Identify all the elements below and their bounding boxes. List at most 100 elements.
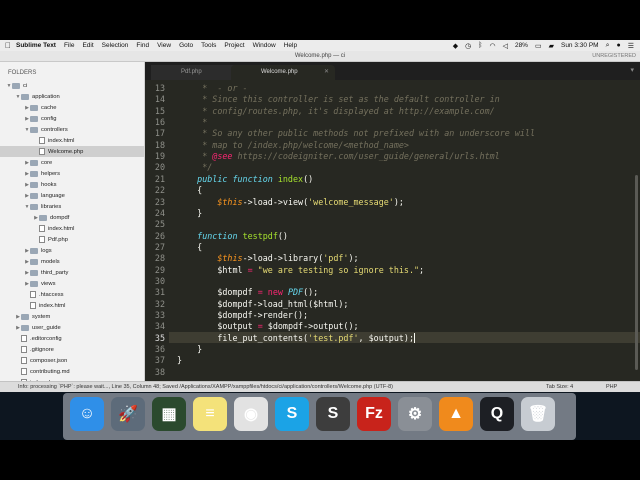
sidebar-folder[interactable]: ▶ language [0,190,144,201]
letterbox-top [0,0,640,40]
menu-find[interactable]: Find [136,42,149,49]
code-line[interactable]: * Since this controller is set as the de… [177,94,500,104]
tree-item-label: index.html [48,137,75,144]
folder-icon [21,324,29,331]
clock-icon[interactable]: ◷ [465,42,471,50]
code-line[interactable]: { [177,185,202,195]
code-line[interactable]: } [177,355,182,365]
dock-chrome-icon[interactable]: ◉ [234,397,268,431]
sidebar-file[interactable]: .gitignore [0,344,144,355]
menu-file[interactable]: File [64,42,74,49]
tab-welcome-php[interactable]: Welcome.php ✕ [231,65,335,80]
dock-notes-icon[interactable]: ≡ [193,397,227,431]
spotlight-icon[interactable]: ⌕ [606,42,610,50]
dock-vlc-icon[interactable]: ▲ [439,397,473,431]
dock-sublime-text-icon[interactable]: S [316,397,350,431]
code-line[interactable]: $html = "we are testing so ignore this."… [177,265,424,275]
wifi-icon[interactable]: ◠ [489,42,495,50]
code-line[interactable]: { [177,242,202,252]
sidebar-file[interactable]: index.html [0,223,144,234]
code-line[interactable]: $output = $dompdf->output(); [177,321,358,331]
code-line[interactable]: } [177,208,202,218]
menu-help[interactable]: Help [284,42,297,49]
menu-edit[interactable]: Edit [82,42,93,49]
sidebar-file[interactable]: index.html [0,135,144,146]
apple-icon[interactable]:  [0,41,16,50]
volume-icon[interactable]: ◁ [503,42,508,50]
code-line[interactable]: * @see https://codeigniter.com/user_guid… [177,151,500,161]
sidebar-folder[interactable]: ▶ cache [0,102,144,113]
menu-view[interactable]: View [157,42,171,49]
sidebar-folder[interactable]: ▶ third_party [0,267,144,278]
sidebar-file[interactable]: Pdf.php [0,234,144,245]
sidebar-folder[interactable]: ▶ system [0,311,144,322]
code-editor[interactable]: 13 14 15 16 17 18 19 20 21 22 23 24 25 26 27 28 29 30 31 32… [145,80,640,381]
code-line[interactable]: * - or - [177,83,247,93]
sidebar-folder[interactable]: ▶ logs [0,245,144,256]
sidebar-folder[interactable]: ▶ core [0,157,144,168]
menu-project[interactable]: Project [224,42,244,49]
sidebar-file[interactable]: .htaccess [0,289,144,300]
code-line[interactable]: * So any other public methods not prefix… [177,128,535,138]
syntax-selector[interactable]: PHP [606,384,617,390]
dock-skype-icon[interactable]: S [275,397,309,431]
tab-menu-chevron-down-icon[interactable]: ▾ [630,66,634,74]
tab-size-selector[interactable]: Tab Size: 4 [546,384,573,390]
sidebar-folder[interactable]: ▶ user_guide [0,322,144,333]
editor-scrollbar[interactable] [635,175,638,370]
code-line[interactable]: public function index() [177,174,313,184]
close-icon[interactable]: ✕ [324,68,329,75]
code-line[interactable]: $dompdf->render(); [177,310,308,320]
sidebar-file[interactable]: Welcome.php [0,146,144,157]
sidebar-folder[interactable]: ▶ hooks [0,179,144,190]
sidebar-folder[interactable]: ▶ helpers [0,168,144,179]
text-caret [414,332,415,343]
sidebar-file[interactable]: contributing.md [0,366,144,377]
tree-item-label: dompdf [50,214,70,221]
flag-icon[interactable]: ▰ [549,42,554,50]
code-line[interactable]: */ [177,162,212,172]
sidebar-folder[interactable]: ▼ controllers [0,124,144,135]
line-number: 20 [154,162,165,173]
code-line[interactable]: function testpdf() [177,231,288,241]
code-line[interactable]: * config/routes.php, it's displayed at h… [177,106,494,116]
folder-icon [30,280,38,287]
sidebar-folder[interactable]: ▶ config [0,113,144,124]
clock-text[interactable]: Sun 3:30 PM [561,42,599,49]
sidebar-file[interactable]: index.html [0,300,144,311]
code-token: "we are testing so ignore this." [252,264,420,275]
dock-trash-icon[interactable]: 🗑 [521,397,555,431]
sidebar-file[interactable]: .editorconfig [0,333,144,344]
notification-center-icon[interactable]: ☰ [628,42,634,50]
sidebar-folder[interactable]: ▼ application [0,91,144,102]
dropbox-icon[interactable]: ◆ [453,42,458,50]
dock-launchpad-icon[interactable]: 🚀 [111,397,145,431]
sidebar-folder[interactable]: ▶ views [0,278,144,289]
code-line[interactable]: } [177,344,202,354]
bluetooth-icon[interactable]: ᛒ [478,42,482,49]
user-icon[interactable]: ● [616,42,620,49]
code-line[interactable]: file_put_contents('test.pdf', $output); [177,333,414,343]
code-line[interactable]: $this->load->view('welcome_message'); [177,197,404,207]
menu-tools[interactable]: Tools [201,42,216,49]
sidebar-file[interactable]: composer.json [0,355,144,366]
battery-icon[interactable]: ▭ [535,42,542,50]
code-line[interactable]: $dompdf = new PDF(); [177,287,318,297]
app-menu[interactable]: Sublime Text [16,42,56,49]
code-line[interactable]: * map to /index.php/welcome/<method_name… [177,140,409,150]
dock-quicktime-icon[interactable]: Q [480,397,514,431]
dock-mission-control-icon[interactable]: ▦ [152,397,186,431]
sidebar-folder[interactable]: ▼ ci [0,80,144,91]
dock-filezilla-icon[interactable]: Fz [357,397,391,431]
sidebar-folder[interactable]: ▼ libraries [0,201,144,212]
dock-system-preferences-icon[interactable]: ⚙ [398,397,432,431]
code-line[interactable]: $dompdf->load_html($html); [177,299,348,309]
dock-finder-icon[interactable]: ☺ [70,397,104,431]
sidebar-folder[interactable]: ▶ models [0,256,144,267]
menu-goto[interactable]: Goto [179,42,193,49]
code-line[interactable]: $this->load->library('pdf'); [177,253,358,263]
sidebar-folder[interactable]: ▶ dompdf [0,212,144,223]
code-line[interactable]: * [177,117,207,127]
menu-window[interactable]: Window [253,42,276,49]
menu-selection[interactable]: Selection [102,42,129,49]
